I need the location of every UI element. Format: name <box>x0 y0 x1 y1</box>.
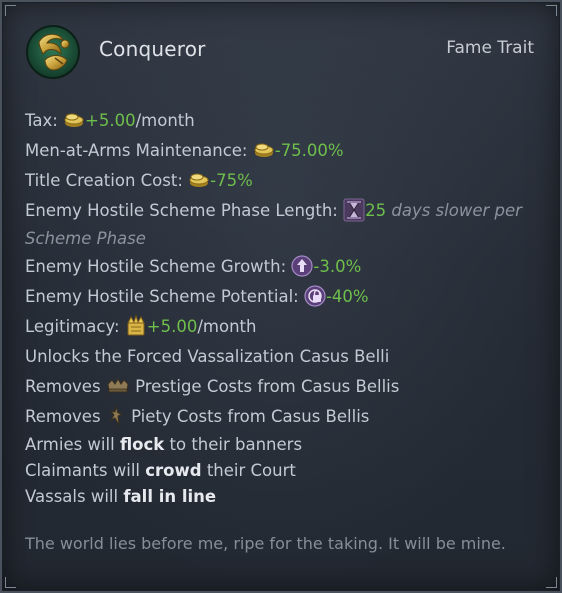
effect-value: -40% <box>325 287 369 306</box>
frame-corner <box>5 577 16 588</box>
effect-label: Enemy Hostile Scheme Phase Length: <box>25 201 338 220</box>
effect-maa-maintenance: Men-at-Arms Maintenance: -75.00% <box>25 136 545 166</box>
effect-armies: Armies will flock to their banners <box>25 432 545 458</box>
effect-title-creation: Title Creation Cost: -75% <box>25 166 545 196</box>
effect-value: -75.00% <box>274 141 344 160</box>
prestige-crown-icon <box>107 377 129 392</box>
frame-corner <box>546 5 557 16</box>
effect-prefix: Removes <box>25 407 101 426</box>
effect-label: Enemy Hostile Scheme Potential: <box>25 287 299 306</box>
effect-removes-prestige: Removes Prestige Costs from Casus Bellis <box>25 372 545 402</box>
effect-emphasis: flock <box>119 435 165 454</box>
conqueror-trait-icon <box>26 25 80 79</box>
effect-removes-piety: Removes Piety Costs from Casus Bellis <box>25 402 545 432</box>
effect-label: Enemy Hostile Scheme Growth: <box>25 257 287 276</box>
hourglass-icon <box>343 198 365 221</box>
effect-unlocks: Unlocks the Forced Vassalization Casus B… <box>25 342 545 372</box>
effect-value: +5.00 <box>146 317 198 336</box>
effect-label: Men-at-Arms Maintenance: <box>25 141 248 160</box>
effect-text: Unlocks the Forced Vassalization Casus B… <box>25 347 390 366</box>
effect-scheme-potential: Enemy Hostile Scheme Potential: -40% <box>25 282 545 312</box>
piety-icon <box>109 404 124 425</box>
effect-suffix: /month <box>197 317 257 336</box>
effect-value: -3.0% <box>313 257 362 276</box>
effect-suffix: /month <box>135 111 195 130</box>
effect-scheme-growth: Enemy Hostile Scheme Growth: -3.0% <box>25 252 545 282</box>
trait-tooltip: Conqueror Fame Trait Tax: +5.00/month Me… <box>0 0 562 593</box>
frame-corner <box>546 577 557 588</box>
effect-value: 25 <box>365 201 387 220</box>
effect-scheme-phase: Enemy Hostile Scheme Phase Length: 25 da… <box>25 196 545 226</box>
scheme-potential-icon <box>304 284 326 307</box>
legitimacy-crown-icon <box>126 313 145 335</box>
effect-text: to their banners <box>169 435 303 454</box>
gold-icon <box>64 113 84 127</box>
effect-text: Armies will <box>25 435 115 454</box>
effect-label: Tax: <box>25 111 58 130</box>
effect-text: Prestige Costs from Casus Bellis <box>135 377 400 396</box>
flavor-text: The world lies before me, ripe for the t… <box>25 534 506 553</box>
frame-corner <box>5 5 16 16</box>
effect-text: Piety Costs from Casus Bellis <box>131 407 370 426</box>
trait-category: Fame Trait <box>446 38 534 58</box>
effect-legitimacy: Legitimacy: +5.00/month <box>25 312 545 342</box>
effect-note: Scheme Phase <box>25 229 146 248</box>
effect-label: Legitimacy: <box>25 317 120 336</box>
effect-tax: Tax: +5.00/month <box>25 106 545 136</box>
effect-prefix: Removes <box>25 377 101 396</box>
effect-claimants: Claimants will crowd their Court <box>25 458 545 484</box>
trait-title: Conqueror <box>99 37 206 61</box>
effect-text: Claimants will <box>25 461 141 480</box>
effects-list: Tax: +5.00/month Men-at-Arms Maintenance… <box>25 106 545 510</box>
effect-emphasis: crowd <box>145 461 202 480</box>
effect-text: Vassals will <box>25 487 119 506</box>
effect-emphasis: fall in line <box>123 487 217 506</box>
scheme-growth-icon <box>291 254 314 277</box>
gold-icon <box>254 143 274 157</box>
effect-note: days slower per <box>391 201 522 220</box>
effect-scheme-phase-continued: Scheme Phase <box>25 226 545 252</box>
effect-value: +5.00 <box>85 111 136 130</box>
gold-icon <box>189 173 209 187</box>
effect-value: -75% <box>210 171 253 190</box>
effect-text: their Court <box>206 461 296 480</box>
effect-label: Title Creation Cost: <box>25 171 183 190</box>
effect-vassals: Vassals will fall in line <box>25 484 545 510</box>
